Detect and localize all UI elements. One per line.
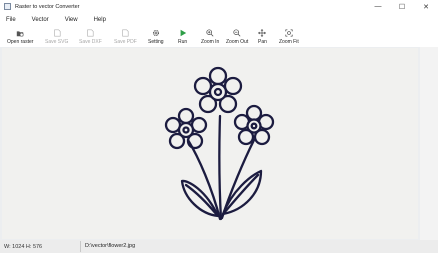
menu-help[interactable]: Help (94, 17, 106, 23)
status-divider (80, 241, 81, 252)
save-pdf-icon (122, 29, 129, 37)
close-button[interactable]: ✕ (414, 0, 438, 13)
save-dxf-button[interactable]: Save DXF (79, 29, 102, 45)
save-pdf-label: Save PDF (114, 39, 137, 45)
run-label: Run (178, 39, 188, 45)
file-path: D:\vector\flower2.jpg (85, 243, 136, 249)
open-raster-label: Open raster (7, 39, 34, 45)
zoom-out-icon (233, 29, 241, 37)
save-svg-button[interactable]: Save SVG (45, 29, 68, 45)
zoom-out-label: Zoom Out (226, 39, 249, 45)
setting-button[interactable]: Setting (148, 29, 164, 45)
zoom-fit-icon (285, 29, 293, 37)
maximize-button[interactable]: ☐ (390, 0, 414, 13)
window-controls: — ☐ ✕ (366, 0, 438, 13)
status-bar: W: 1024 H: 576 (0, 240, 438, 253)
title-bar: Raster to vector Converter — ☐ ✕ (0, 0, 438, 13)
toolbar: Open raster Save SVG Save DXF Save PDF S… (0, 27, 438, 47)
raster-image (2, 48, 418, 239)
run-icon (180, 29, 186, 37)
save-svg-label: Save SVG (45, 39, 69, 45)
menu-file[interactable]: File (6, 17, 16, 23)
run-button[interactable]: Run (178, 29, 187, 45)
app-icon (4, 3, 11, 10)
window-title: Raster to vector Converter (15, 3, 80, 10)
menu-bar: File Vector View Help (0, 13, 438, 26)
image-dimensions: W: 1024 H: 576 (4, 243, 43, 250)
zoom-out-button[interactable]: Zoom Out (226, 29, 248, 45)
zoom-in-label: Zoom In (201, 39, 220, 45)
zoom-fit-button[interactable]: Zoom Fit (279, 29, 299, 45)
menu-view[interactable]: View (65, 17, 78, 23)
vertical-scrollbar[interactable] (420, 47, 438, 240)
minimize-button[interactable]: — (366, 0, 390, 13)
setting-label: Setting (148, 39, 164, 45)
canvas-viewport[interactable] (0, 47, 420, 240)
zoom-fit-label: Zoom Fit (279, 39, 299, 45)
gear-icon (152, 29, 159, 37)
pan-button[interactable]: Pan (258, 29, 267, 45)
menu-vector[interactable]: Vector (32, 17, 49, 23)
save-dxf-label: Save DXF (79, 39, 102, 45)
save-dxf-icon (87, 29, 94, 37)
open-raster-button[interactable]: Open raster (7, 29, 33, 45)
save-svg-icon (53, 29, 61, 37)
pan-label: Pan (258, 39, 267, 45)
flower-drawing (164, 66, 275, 221)
save-pdf-button[interactable]: Save PDF (114, 29, 137, 45)
zoom-in-button[interactable]: Zoom In (201, 29, 219, 45)
pan-icon (258, 29, 267, 37)
open-icon (17, 31, 24, 37)
zoom-in-icon (206, 29, 214, 37)
